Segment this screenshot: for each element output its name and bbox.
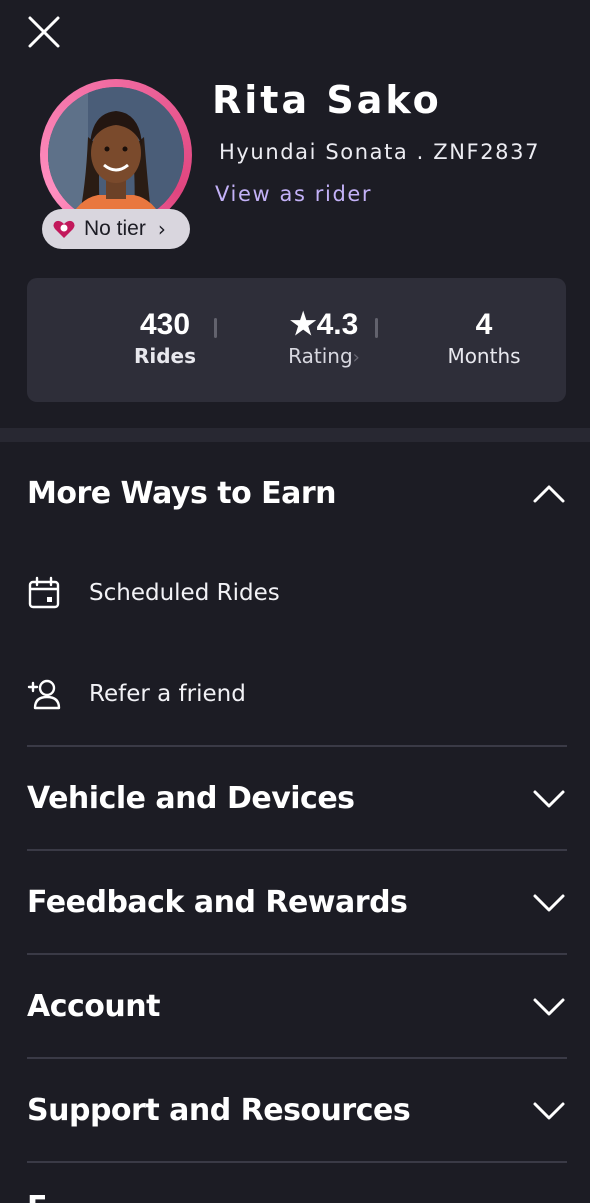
chevron-down-icon bbox=[533, 894, 565, 912]
menu-item-refer-a-friend[interactable]: Refer a friend bbox=[27, 666, 567, 722]
section-title-cut-off[interactable]: E bbox=[27, 1190, 48, 1203]
avatar-photo bbox=[48, 87, 184, 223]
menu-item-label: Scheduled Rides bbox=[89, 580, 280, 606]
months-count: 4 bbox=[475, 308, 493, 341]
stat-divider bbox=[375, 318, 378, 338]
section-feedback-and-rewards[interactable]: Feedback and Rewards bbox=[27, 872, 567, 932]
vehicle-info: Hyundai Sonata . ZNF2837 bbox=[219, 140, 541, 164]
divider bbox=[27, 953, 567, 955]
section-separator bbox=[0, 428, 590, 442]
stat-divider bbox=[214, 318, 217, 338]
tier-label: No tier bbox=[84, 217, 146, 240]
menu-item-label: Refer a friend bbox=[89, 681, 246, 707]
chevron-down-icon bbox=[533, 998, 565, 1016]
months-label: Months bbox=[447, 344, 521, 368]
chevron-up-icon bbox=[533, 485, 565, 503]
section-support-and-resources[interactable]: Support and Resources bbox=[27, 1080, 567, 1140]
avatar[interactable] bbox=[48, 87, 184, 223]
rides-count: 430 bbox=[139, 308, 191, 341]
menu-item-scheduled-rides[interactable]: Scheduled Rides bbox=[27, 565, 567, 621]
section-title: More Ways to Earn bbox=[27, 475, 337, 511]
stat-months: 4 Months bbox=[409, 308, 559, 370]
section-title: Vehicle and Devices bbox=[27, 780, 355, 816]
divider bbox=[27, 1057, 567, 1059]
close-button[interactable] bbox=[26, 14, 62, 50]
divider bbox=[27, 745, 567, 747]
stat-rides: 430 Rides bbox=[90, 308, 240, 370]
calendar-icon bbox=[27, 576, 61, 610]
section-more-ways-to-earn[interactable]: More Ways to Earn bbox=[27, 463, 567, 523]
section-account[interactable]: Account bbox=[27, 976, 567, 1036]
view-as-rider-link[interactable]: View as rider bbox=[215, 182, 372, 206]
stats-card: 430 Rides ★4.3 Rating› 4 Months bbox=[27, 278, 566, 402]
rating-label: Rating bbox=[288, 344, 353, 368]
divider bbox=[27, 1161, 567, 1163]
section-vehicle-and-devices[interactable]: Vehicle and Devices bbox=[27, 768, 567, 828]
driver-name: Rita Sako bbox=[212, 78, 442, 122]
section-title: Account bbox=[27, 988, 160, 1024]
divider bbox=[27, 849, 567, 851]
tier-badge-button[interactable]: No tier › bbox=[42, 209, 190, 249]
chevron-right-icon: › bbox=[157, 217, 166, 241]
tier-heart-icon bbox=[53, 220, 75, 238]
chevron-right-icon: › bbox=[352, 347, 360, 368]
close-icon bbox=[28, 16, 60, 48]
section-title: Feedback and Rewards bbox=[27, 884, 408, 920]
rating-label-row: Rating› bbox=[249, 342, 399, 372]
rides-label: Rides bbox=[133, 344, 197, 368]
chevron-down-icon bbox=[533, 1102, 565, 1120]
add-person-icon bbox=[27, 677, 61, 711]
section-title: Support and Resources bbox=[27, 1092, 411, 1128]
chevron-down-icon bbox=[533, 790, 565, 808]
